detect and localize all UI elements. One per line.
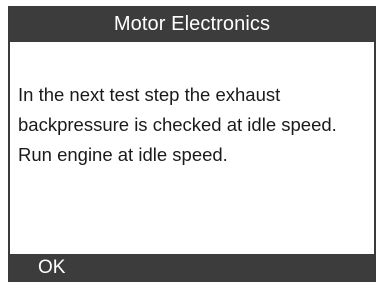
message-line-1: In the next test step the exhaust <box>18 84 281 105</box>
title-bar: Motor Electronics <box>10 6 374 42</box>
ok-button[interactable]: OK <box>10 257 65 279</box>
screen: Motor Electronics In the next test step … <box>8 6 376 282</box>
screen-title: Motor Electronics <box>113 12 271 35</box>
device-frame: Motor Electronics In the next test step … <box>0 0 383 289</box>
message-area: In the next test step the exhaust backpr… <box>10 42 374 254</box>
message-line-2: backpressure is checked at idle speed. <box>18 114 337 135</box>
soft-key-bar: OK <box>10 254 374 282</box>
message-line-3: Run engine at idle speed. <box>18 144 228 165</box>
